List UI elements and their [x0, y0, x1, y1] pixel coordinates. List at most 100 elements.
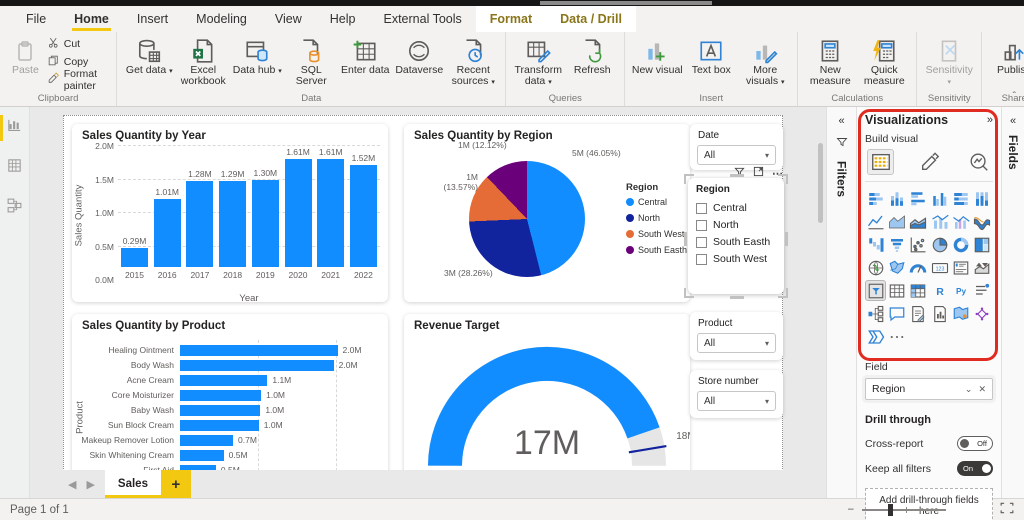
- slicer-product[interactable]: Product All ▾: [690, 312, 783, 360]
- cross-report-toggle[interactable]: Off: [957, 436, 993, 451]
- excel-workbook-button[interactable]: Excel workbook: [177, 35, 229, 87]
- chevron-down-icon[interactable]: ⌄: [965, 384, 973, 395]
- visual-type-arcgis-map[interactable]: [950, 303, 971, 324]
- menu-tab-format[interactable]: Format: [476, 6, 546, 32]
- visual-type-card[interactable]: 123: [929, 257, 950, 278]
- store-number-dropdown[interactable]: All ▾: [697, 391, 776, 411]
- visual-revenue-target[interactable]: Revenue Target 17M18M: [404, 314, 690, 470]
- menu-tab-help[interactable]: Help: [316, 6, 370, 32]
- bar[interactable]: [180, 420, 259, 431]
- visual-type-table[interactable]: [886, 280, 907, 301]
- next-page-arrow-icon[interactable]: ▶: [86, 478, 94, 491]
- format-visual-tab[interactable]: [916, 149, 943, 175]
- visual-type-multi-row-card[interactable]: [950, 257, 971, 278]
- visual-type-python-visual[interactable]: Py: [950, 280, 971, 301]
- paste-button[interactable]: Paste: [6, 35, 45, 76]
- publish-button[interactable]: Publish: [988, 35, 1024, 76]
- expand-fields-icon[interactable]: «: [1010, 115, 1016, 127]
- menu-tab-file[interactable]: File: [12, 6, 60, 32]
- visual-type-funnel-chart[interactable]: [886, 234, 907, 255]
- checkbox[interactable]: [696, 254, 707, 265]
- drag-handle-top[interactable]: [730, 174, 744, 177]
- collapse-ribbon-icon[interactable]: ˆ: [1013, 91, 1016, 102]
- new-visual-button[interactable]: New visual: [631, 35, 683, 76]
- visual-type-key-influencers[interactable]: [972, 280, 993, 301]
- data-hub-button[interactable]: Data hub ▾: [231, 35, 283, 77]
- sidebar-model-view[interactable]: [0, 195, 30, 221]
- visual-type-ribbon-chart[interactable]: [972, 211, 993, 232]
- visual-type-power-automate[interactable]: [865, 326, 886, 347]
- drag-handle-bottom[interactable]: [730, 296, 744, 299]
- canvas-scrollbar[interactable]: [818, 143, 823, 223]
- collapse-visualizations-icon[interactable]: »: [987, 114, 993, 126]
- visual-type-decomposition-tree[interactable]: [865, 303, 886, 324]
- visual-sales-by-region[interactable]: Sales Quantity by Region 5M (46.05%)3M (…: [404, 124, 690, 302]
- zoom-out-icon[interactable]: −: [848, 504, 855, 516]
- region-option-south-easth[interactable]: South Easth: [696, 236, 776, 248]
- report-canvas[interactable]: Sales Quantity by Year 0.29M20151.01M201…: [30, 107, 826, 470]
- visual-type-scatter-chart[interactable]: [908, 234, 929, 255]
- bar[interactable]: [180, 435, 233, 446]
- build-visual-tab[interactable]: [867, 149, 894, 175]
- expand-filters-icon[interactable]: «: [838, 115, 844, 127]
- menu-tab-home[interactable]: Home: [60, 6, 123, 32]
- fields-pane-collapsed[interactable]: « Fields: [1001, 107, 1024, 498]
- sensitivity-button[interactable]: Sensitivity ▾: [923, 35, 975, 88]
- bar[interactable]: [180, 405, 260, 416]
- visual-type-clustered-bar-chart[interactable]: [908, 188, 929, 209]
- bar[interactable]: [180, 390, 261, 401]
- visual-type-line-chart[interactable]: [865, 211, 886, 232]
- visual-type-smart-narrative[interactable]: [908, 303, 929, 324]
- menu-tab-insert[interactable]: Insert: [123, 6, 182, 32]
- menu-tab-view[interactable]: View: [261, 6, 316, 32]
- drill-through-field-dropzone[interactable]: Add drill-through fields here: [865, 488, 993, 520]
- visual-type-filled-map[interactable]: [886, 257, 907, 278]
- menu-tab-external-tools[interactable]: External Tools: [369, 6, 475, 32]
- zoom-slider[interactable]: [862, 509, 946, 511]
- visual-type-area-chart[interactable]: [886, 211, 907, 232]
- product-dropdown[interactable]: All ▾: [697, 333, 776, 353]
- checkbox[interactable]: [696, 203, 707, 214]
- add-page-button[interactable]: +: [161, 470, 191, 498]
- visual-type-stacked-area-chart[interactable]: [908, 211, 929, 232]
- sql-server-button[interactable]: SQL Server: [285, 35, 337, 87]
- transform-data-button[interactable]: Transform data ▾: [512, 35, 564, 88]
- checkbox[interactable]: [696, 220, 707, 231]
- visual-type-donut-chart[interactable]: [950, 234, 971, 255]
- bar[interactable]: [180, 465, 216, 471]
- visual-type-pie-chart[interactable]: [929, 234, 950, 255]
- dataverse-button[interactable]: Dataverse: [393, 35, 445, 76]
- sidebar-report-view[interactable]: [0, 115, 30, 141]
- more-visuals-button[interactable]: More visuals ▾: [739, 35, 791, 88]
- legend-item[interactable]: South West: [626, 229, 687, 239]
- filters-pane-collapsed[interactable]: « Filters: [826, 107, 856, 498]
- region-option-central[interactable]: Central: [696, 202, 776, 214]
- region-option-north[interactable]: North: [696, 219, 776, 231]
- legend-item[interactable]: North: [626, 213, 687, 223]
- visual-type-map[interactable]: [865, 257, 886, 278]
- remove-field-icon[interactable]: ✕: [978, 384, 986, 395]
- get-data-button[interactable]: Get data ▾: [123, 35, 175, 77]
- bar[interactable]: [180, 375, 267, 386]
- visual-type-clustered-column-chart[interactable]: [929, 188, 950, 209]
- refresh-button[interactable]: Refresh: [566, 35, 618, 76]
- bar[interactable]: [350, 165, 377, 267]
- bar[interactable]: [219, 181, 246, 267]
- visual-type-r-script[interactable]: R: [929, 280, 950, 301]
- visual-type-matrix[interactable]: [908, 280, 929, 301]
- sidebar-data-view[interactable]: [0, 155, 30, 181]
- bar[interactable]: [186, 181, 213, 267]
- legend-item[interactable]: South Easth: [626, 245, 687, 255]
- menu-tab-data-drill[interactable]: Data / Drill: [546, 6, 636, 32]
- field-well-region[interactable]: Region ⌄ ✕: [865, 378, 993, 400]
- visual-type-metrics[interactable]: [972, 303, 993, 324]
- zoom-slider-thumb[interactable]: [888, 504, 893, 516]
- bar[interactable]: [317, 159, 344, 267]
- prev-page-arrow-icon[interactable]: ◀: [68, 478, 76, 491]
- bar[interactable]: [121, 248, 148, 267]
- analytics-tab[interactable]: [966, 149, 993, 175]
- fit-to-page-icon[interactable]: [1000, 502, 1014, 517]
- cut-button[interactable]: Cut: [47, 36, 111, 52]
- slicer-region[interactable]: Region CentralNorthSouth EasthSouth West: [688, 178, 784, 294]
- visual-type-slicer[interactable]: [865, 280, 886, 301]
